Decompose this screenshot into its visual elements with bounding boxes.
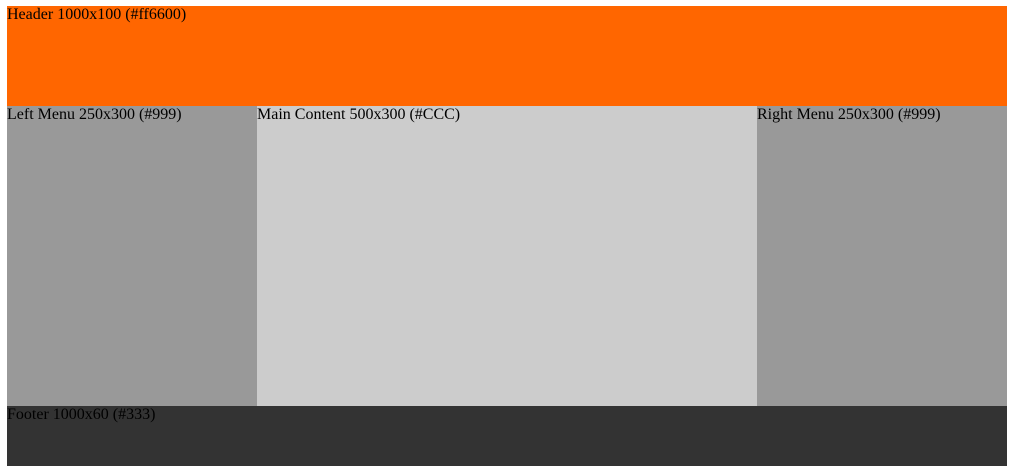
- right-menu-label: Right Menu 250x300 (#999): [757, 106, 941, 123]
- main-content-label: Main Content 500x300 (#CCC): [257, 106, 461, 123]
- footer-label: Footer 1000x60 (#333): [7, 406, 156, 423]
- right-menu: Right Menu 250x300 (#999): [757, 106, 1007, 406]
- main-content: Main Content 500x300 (#CCC): [257, 106, 757, 406]
- header-label: Header 1000x100 (#ff6600): [7, 6, 187, 23]
- page-layout: Header 1000x100 (#ff6600) Left Menu 250x…: [7, 6, 1007, 466]
- left-menu-label: Left Menu 250x300 (#999): [7, 106, 182, 123]
- footer: Footer 1000x60 (#333): [7, 406, 1007, 466]
- left-menu: Left Menu 250x300 (#999): [7, 106, 257, 406]
- header: Header 1000x100 (#ff6600): [7, 6, 1007, 106]
